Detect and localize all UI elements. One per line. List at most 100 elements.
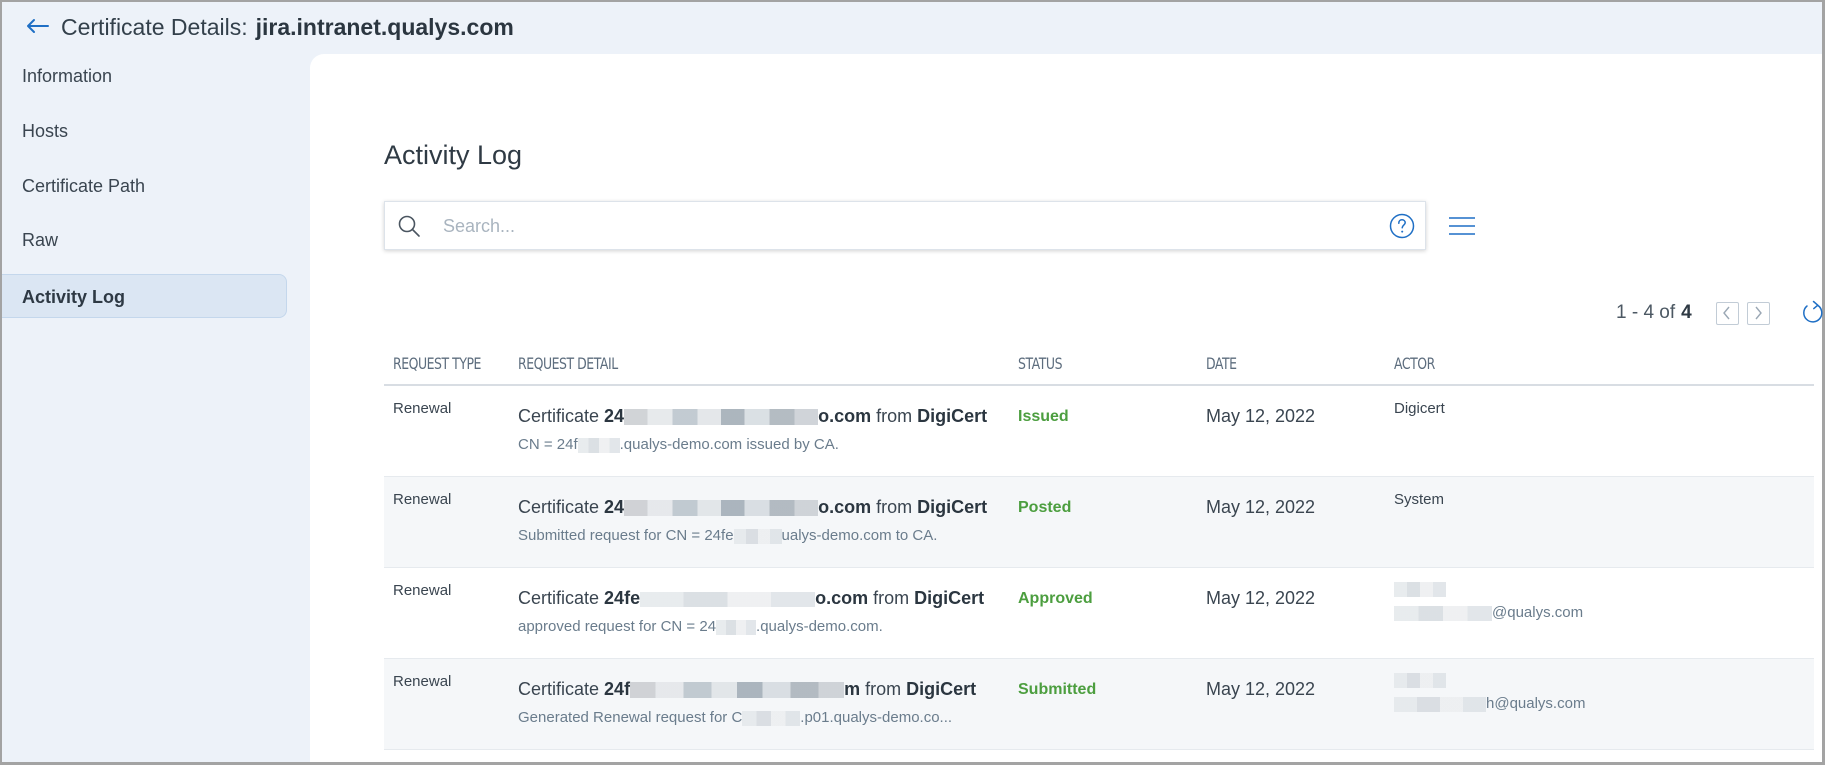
column-header-date[interactable]: DATE (1206, 354, 1237, 373)
cert-name-start: 24 (604, 497, 625, 517)
detail-from: from (865, 679, 902, 699)
help-circle-icon[interactable] (1389, 213, 1415, 239)
cert-name-start: 24f (604, 679, 631, 699)
detail-prefix: Certificate (518, 588, 600, 608)
detail-from: from (876, 406, 913, 426)
request-detail: Certificate 24 o.com from DigiCert (518, 406, 987, 427)
request-detail: Certificate 24 o.com from DigiCert (518, 497, 987, 518)
request-detail: Certificate 24fe o.com from DigiCert (518, 588, 984, 609)
request-type: Renewal (393, 400, 452, 417)
redacted-text (624, 409, 819, 426)
actor: Digicert (1394, 400, 1445, 417)
detail-prefix: Certificate (518, 406, 600, 426)
sub-end: .qualys-demo.com. (756, 618, 883, 635)
request-detail: Certificate 24f m from DigiCert (518, 679, 976, 700)
status-badge: Approved (1018, 590, 1093, 607)
actor-email: h@qualys.com (1394, 695, 1585, 712)
status-badge: Submitted (1018, 681, 1097, 698)
redacted-text (716, 619, 757, 635)
request-type: Renewal (393, 582, 452, 599)
sub-start: approved request for CN = 24 (518, 618, 717, 635)
sub-end: .p01.qualys-demo.co... (800, 709, 953, 726)
cert-name-start: 24 (604, 406, 625, 426)
arrow-left-icon (27, 19, 49, 33)
date: May 12, 2022 (1206, 497, 1316, 517)
detail-from: from (876, 497, 913, 517)
next-page-button[interactable] (1746, 301, 1770, 325)
redacted-text (1394, 581, 1446, 597)
column-header-actor[interactable]: ACTOR (1394, 354, 1435, 373)
pagination: 1 - 4 of 4 (1616, 300, 1825, 326)
cert-name-end: o.com (818, 406, 872, 426)
cert-name-end: m (844, 679, 861, 699)
request-detail-sub: Generated Renewal request for C .p01.qual… (518, 709, 952, 726)
search-input[interactable] (443, 210, 1343, 242)
redacted-text (1394, 672, 1446, 688)
sidebar-item-raw[interactable]: Raw (2, 218, 287, 262)
page-header: Certificate Details: jira.intranet.qualys… (2, 2, 1822, 52)
actor-name (1394, 671, 1446, 688)
table-row[interactable]: Renewal Certificate 24 o.com from DigiCer… (384, 386, 1814, 477)
page-title-prefix: Certificate Details: (61, 14, 248, 40)
sub-start: Submitted request for CN = 24fe (518, 527, 734, 544)
section-title: Activity Log (384, 140, 523, 170)
back-button[interactable] (24, 13, 50, 39)
column-header-request-type[interactable]: REQUEST TYPE (393, 354, 481, 373)
sub-start: CN = 24f (518, 436, 578, 453)
request-type: Renewal (393, 491, 452, 508)
table-row[interactable]: Renewal Certificate 24fe o.com from DigiC… (384, 568, 1814, 659)
detail-ca: DigiCert (917, 406, 988, 426)
sidebar-item-information[interactable]: Information (2, 54, 287, 98)
detail-ca: DigiCert (906, 679, 977, 699)
table-row[interactable]: Renewal Certificate 24f m from DigiCert G… (384, 659, 1814, 750)
actor-email-domain: h@qualys.com (1486, 695, 1586, 712)
prev-page-button[interactable] (1715, 301, 1739, 325)
redacted-text (630, 682, 845, 699)
sidebar-item-hosts[interactable]: Hosts (2, 109, 287, 153)
pagination-range: 1 - 4 of (1616, 302, 1676, 323)
sub-end: .qualys-demo.com issued by CA. (619, 436, 839, 453)
refresh-icon[interactable] (1800, 300, 1825, 326)
sub-start: Generated Renewal request for C (518, 709, 743, 726)
column-header-status[interactable]: STATUS (1018, 354, 1062, 373)
detail-ca: DigiCert (914, 588, 985, 608)
date: May 12, 2022 (1206, 406, 1316, 426)
redacted-text (624, 500, 819, 517)
actor-name (1394, 580, 1446, 597)
cert-name-end: o.com (818, 497, 872, 517)
detail-ca: DigiCert (917, 497, 988, 517)
detail-prefix: Certificate (518, 679, 600, 699)
table-row[interactable]: Renewal Certificate 24 o.com from DigiCer… (384, 477, 1814, 568)
hamburger-menu-icon[interactable] (1448, 214, 1476, 238)
detail-from: from (873, 588, 910, 608)
sub-end: ualys-demo.com to CA. (781, 527, 938, 544)
redacted-text (577, 437, 620, 453)
sidebar-item-activity-log[interactable]: Activity Log (2, 274, 287, 318)
cert-name-end: o.com (815, 588, 869, 608)
chevron-left-icon (1723, 306, 1730, 320)
redacted-text (1394, 605, 1492, 621)
cert-name-start: 24fe (604, 588, 641, 608)
date: May 12, 2022 (1206, 588, 1316, 608)
pagination-total: 4 (1681, 302, 1692, 323)
table-header: REQUEST TYPE REQUEST DETAIL STATUS DATE … (384, 346, 1814, 386)
request-type: Renewal (393, 673, 452, 690)
request-detail-sub: approved request for CN = 24 .qualys-demo… (518, 618, 883, 635)
chevron-right-icon (1755, 306, 1763, 320)
page-title: Certificate Details: jira.intranet.qualys… (61, 14, 514, 41)
date: May 12, 2022 (1206, 679, 1316, 699)
redacted-text (640, 591, 816, 607)
sidebar-item-certificate-path[interactable]: Certificate Path (2, 164, 287, 208)
redacted-text (733, 528, 782, 544)
column-header-request-detail[interactable]: REQUEST DETAIL (518, 354, 618, 373)
search-icon (398, 215, 420, 237)
actor: System (1394, 491, 1445, 508)
pagination-summary: 1 - 4 of 4 (1616, 302, 1692, 324)
actor-email: @qualys.com (1394, 604, 1583, 621)
search-bar (384, 201, 1426, 250)
status-badge: Issued (1018, 408, 1069, 425)
page-title-host: jira.intranet.qualys.com (255, 14, 514, 40)
main-panel: Activity Log 1 - 4 of4 REQUEST TYPE (310, 54, 1825, 762)
detail-prefix: Certificate (518, 497, 600, 517)
request-detail-sub: Submitted request for CN = 24fe ualys-dem… (518, 527, 937, 544)
